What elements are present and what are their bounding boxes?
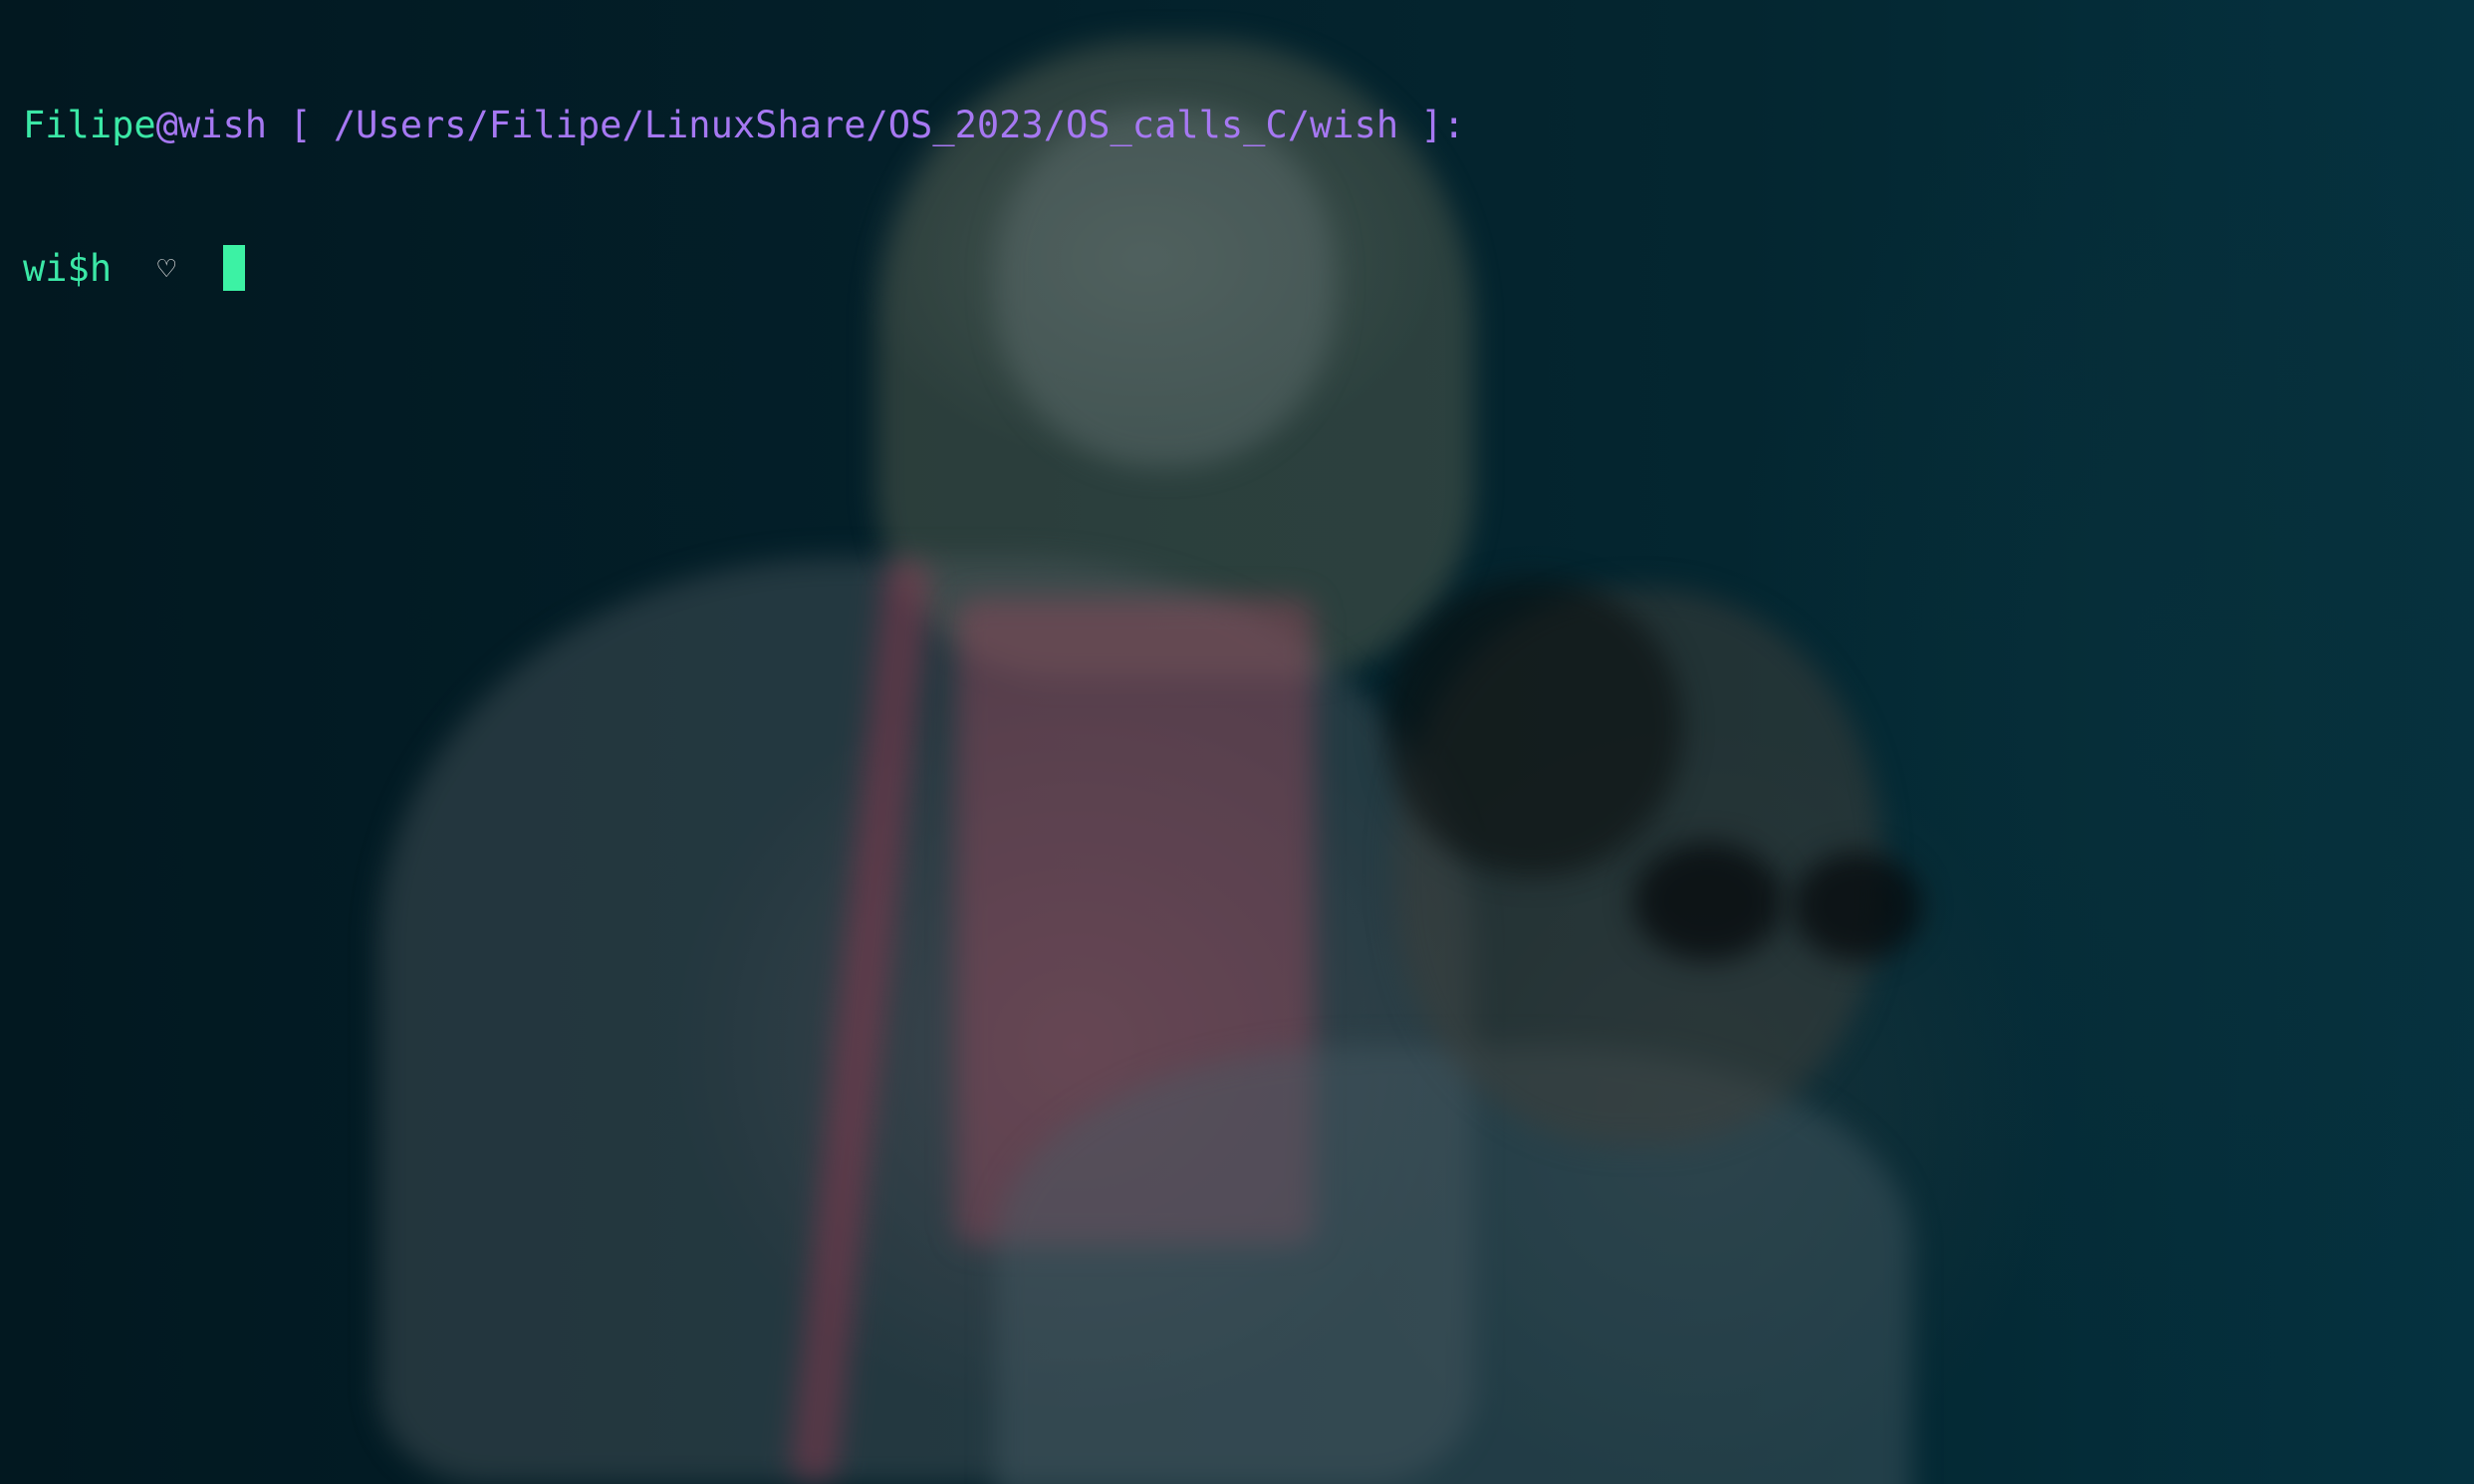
- heart-icon: ♡: [157, 252, 176, 287]
- prompt-text: wi$h: [23, 247, 113, 290]
- wallpaper-jacket: [378, 558, 1474, 1484]
- wallpaper-sunglasses-left: [1633, 842, 1783, 961]
- prompt-host: @wish: [155, 104, 268, 146]
- terminal-window[interactable]: Filipe@wish [ /Users/Filipe/LinuxShare/O…: [0, 0, 2474, 1484]
- prompt-header-line: Filipe@wish [ /Users/Filipe/LinuxShare/O…: [23, 102, 1465, 149]
- command-line[interactable]: wi$h ♡: [23, 245, 1465, 293]
- wallpaper-man-shirt: [996, 1046, 1912, 1484]
- wallpaper-bag-strap: [788, 558, 933, 1484]
- prompt-path: [ /Users/Filipe/LinuxShare/OS_2023/OS_ca…: [267, 104, 1465, 146]
- wallpaper-shirt: [956, 598, 1315, 1245]
- wallpaper-sunglasses-right: [1793, 852, 1922, 961]
- wallpaper-man-hair: [1384, 578, 1683, 876]
- prompt-user: Filipe: [23, 104, 156, 146]
- terminal-output: Filipe@wish [ /Users/Filipe/LinuxShare/O…: [23, 6, 1465, 388]
- text-cursor: [223, 245, 246, 291]
- wallpaper-man-head: [1394, 588, 1882, 1145]
